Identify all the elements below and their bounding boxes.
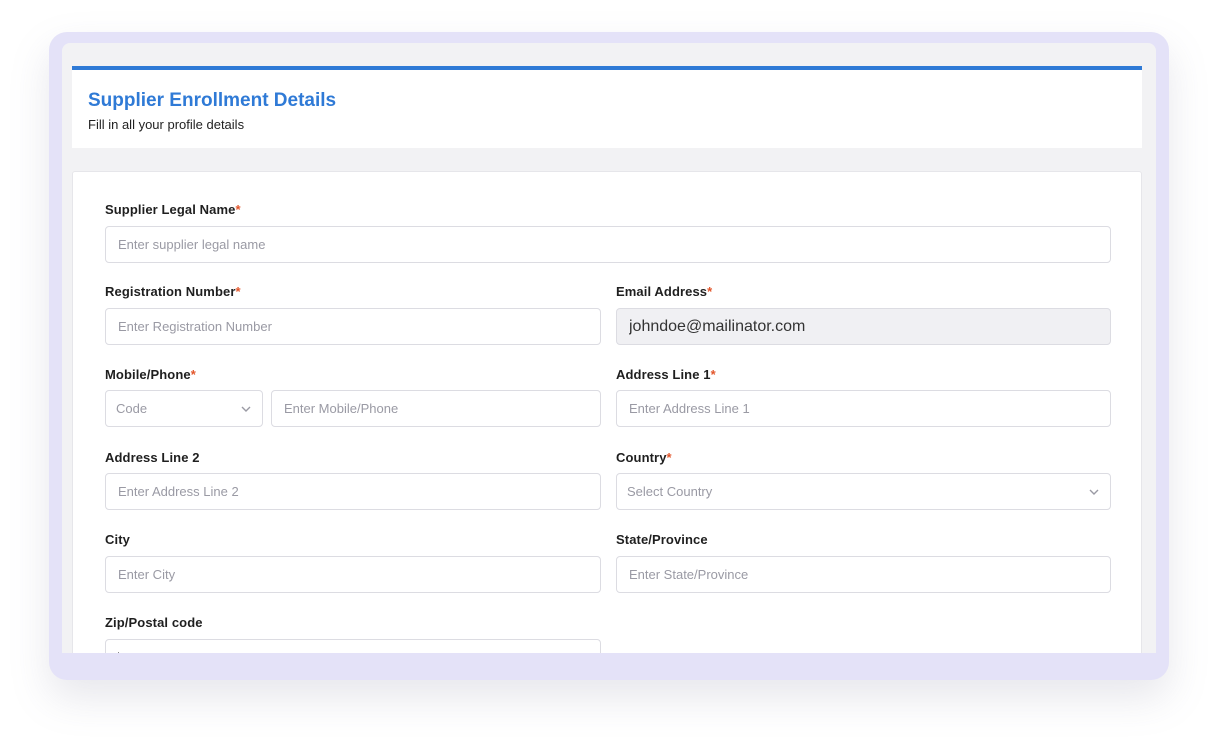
page-subtitle: Fill in all your profile details — [88, 117, 245, 132]
email-label-text: Email Address — [616, 284, 708, 299]
chevron-down-icon — [1088, 486, 1100, 498]
state-input[interactable] — [616, 556, 1111, 593]
zip-label: Zip/Postal code — [105, 615, 203, 630]
page-title: Supplier Enrollment Details — [88, 90, 337, 111]
mobile-label-text: Mobile/Phone — [105, 367, 191, 382]
address1-label-text: Address Line 1 — [616, 367, 711, 382]
country-select[interactable]: Select Country — [616, 473, 1111, 510]
legal-name-label: Supplier Legal Name* — [105, 202, 241, 217]
country-placeholder: Select Country — [627, 484, 713, 499]
mobile-label: Mobile/Phone* — [105, 367, 196, 382]
country-code-select[interactable]: Code — [105, 390, 263, 427]
text-cursor — [118, 652, 119, 653]
required-mark: * — [235, 202, 241, 217]
city-label: City — [105, 532, 130, 547]
required-mark: * — [707, 284, 713, 299]
registration-number-input[interactable] — [105, 308, 601, 345]
required-mark: * — [710, 367, 716, 382]
zip-input[interactable] — [105, 639, 601, 653]
address2-label: Address Line 2 — [105, 450, 200, 465]
country-label: Country* — [616, 450, 672, 465]
required-mark: * — [235, 284, 241, 299]
legal-name-label-text: Supplier Legal Name — [105, 202, 236, 217]
address1-label: Address Line 1* — [616, 367, 716, 382]
country-label-text: Country — [616, 450, 667, 465]
required-mark: * — [666, 450, 672, 465]
registration-number-label: Registration Number* — [105, 284, 241, 299]
address1-input[interactable] — [616, 390, 1111, 427]
registration-number-label-text: Registration Number — [105, 284, 236, 299]
state-label: State/Province — [616, 532, 708, 547]
address2-input[interactable] — [105, 473, 601, 510]
enrollment-form: Supplier Legal Name* Registration Number… — [72, 171, 1142, 653]
country-code-placeholder: Code — [116, 401, 148, 416]
email-label: Email Address* — [616, 284, 712, 299]
page-header: Supplier Enrollment Details Fill in all … — [72, 66, 1142, 148]
city-input[interactable] — [105, 556, 601, 593]
email-field[interactable] — [616, 308, 1111, 345]
mobile-input[interactable] — [271, 390, 601, 427]
legal-name-input[interactable] — [105, 226, 1111, 263]
chevron-down-icon — [240, 403, 252, 415]
app-screen: Supplier Enrollment Details Fill in all … — [62, 43, 1156, 653]
required-mark: * — [190, 367, 196, 382]
